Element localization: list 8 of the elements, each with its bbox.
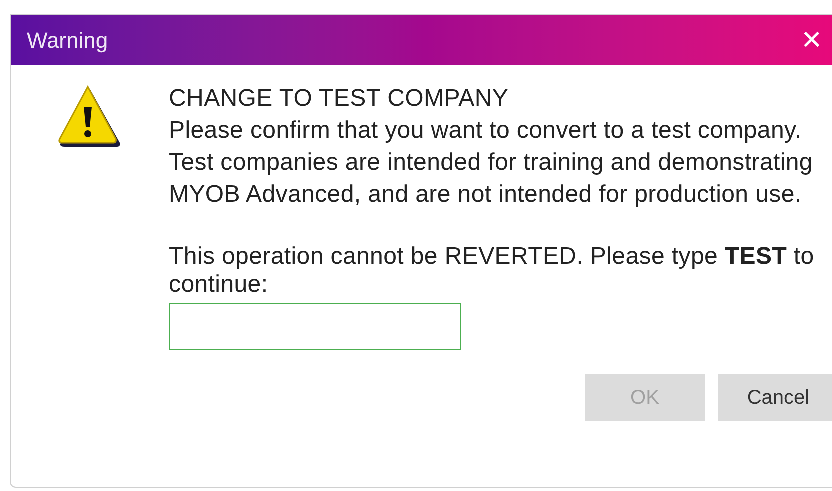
close-button[interactable]: ✕ (801, 27, 823, 53)
warning-icon (57, 85, 123, 149)
message-body: Please confirm that you want to convert to a test company. Test companies are intended for training and demonstrating MYOB Advanced, and are not intended for production use. (169, 116, 814, 210)
confirmation-prompt: This operation cannot be REVERTED. Please type TEST to continue: (169, 243, 816, 299)
confirmation-input[interactable] (169, 303, 461, 350)
window-title: Warning (27, 26, 108, 55)
cancel-button[interactable]: Cancel (718, 374, 832, 421)
message-heading: CHANGE TO TEST COMPANY (169, 84, 510, 114)
